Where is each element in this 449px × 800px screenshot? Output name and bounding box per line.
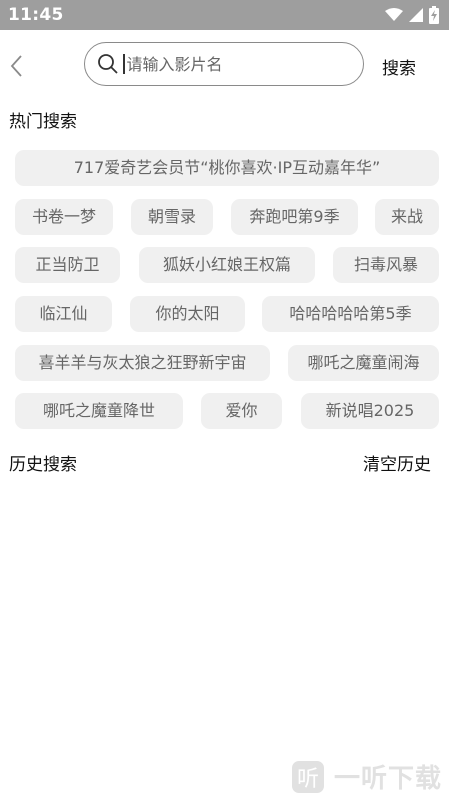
status-bar: 11:45: [0, 0, 449, 30]
hot-tag[interactable]: 正当防卫: [15, 247, 120, 283]
hot-tag[interactable]: 奔跑吧第9季: [231, 199, 358, 235]
search-button[interactable]: 搜索: [382, 54, 416, 79]
hot-tag[interactable]: 狐妖小红娘王权篇: [139, 247, 315, 283]
text-cursor: [123, 54, 125, 74]
hot-tag[interactable]: 哈哈哈哈哈第5季: [262, 296, 439, 332]
hot-tag[interactable]: 717爱奇艺会员节“桃你喜欢·IP互动嘉年华”: [15, 150, 439, 186]
back-button[interactable]: [6, 52, 28, 80]
watermark-text: 一听下载: [334, 764, 443, 794]
system-icons: [385, 6, 439, 24]
hot-tag[interactable]: 哪吒之魔童闹海: [288, 345, 439, 381]
hot-tag[interactable]: 新说唱2025: [301, 393, 439, 429]
search-input[interactable]: [126, 54, 347, 74]
wifi-icon: [385, 8, 403, 21]
watermark-logo: 听 一听下载: [290, 758, 442, 795]
hot-tag[interactable]: 喜羊羊与灰太狼之狂野新宇宙: [15, 345, 270, 381]
hot-tag[interactable]: 扫毒风暴: [333, 247, 439, 283]
hot-tag[interactable]: 爱你: [201, 393, 282, 429]
hot-tag[interactable]: 书卷一梦: [15, 199, 113, 235]
cell-signal-icon: [409, 8, 423, 22]
battery-charging-icon: [429, 6, 439, 24]
search-box[interactable]: [84, 42, 364, 86]
hot-tag[interactable]: 朝雪录: [131, 199, 213, 235]
hot-tag[interactable]: 来战: [375, 199, 439, 235]
search-icon: [98, 54, 118, 74]
hot-tag[interactable]: 临江仙: [15, 296, 112, 332]
history-title: 历史搜索: [9, 455, 77, 475]
svg-text:听: 听: [297, 767, 319, 792]
status-time: 11:45: [8, 5, 64, 25]
hot-tag[interactable]: 你的太阳: [130, 296, 245, 332]
clear-history-button[interactable]: 清空历史: [363, 450, 431, 475]
search-header: 搜索: [0, 38, 449, 94]
listen-logo-icon: 听: [292, 760, 324, 793]
chevron-left-icon: [10, 55, 22, 77]
hot-tag[interactable]: 哪吒之魔童降世: [15, 393, 183, 429]
hot-search-title: 热门搜索: [9, 112, 77, 132]
